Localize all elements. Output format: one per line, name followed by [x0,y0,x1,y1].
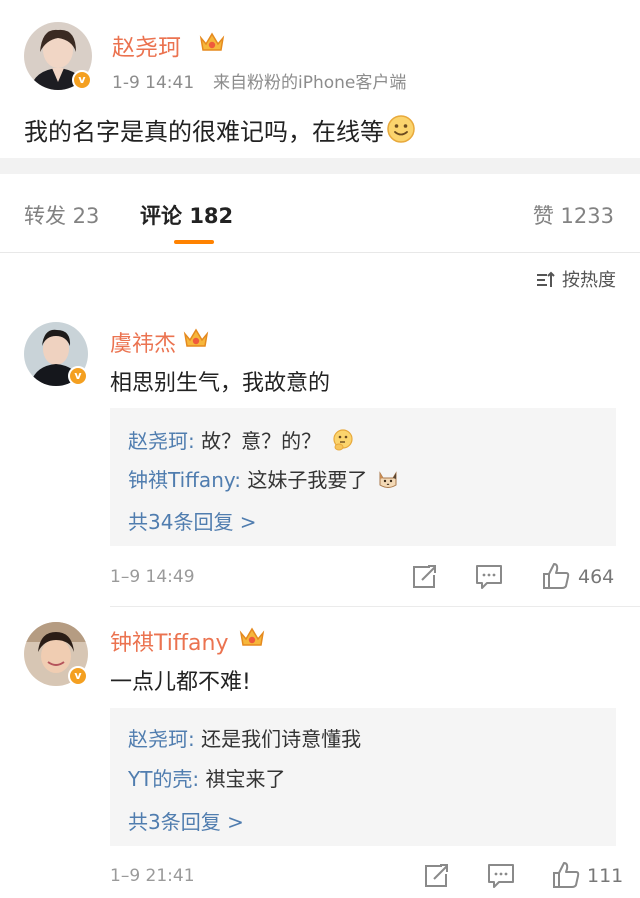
tab-like[interactable]: 赞 1233 [533,200,614,230]
comment-author-name[interactable]: 虞祎杰 [110,326,176,358]
reply-author[interactable]: YT的壳: [128,767,199,791]
post-author-name[interactable]: 赵尧珂 [112,28,181,62]
like-count: 111 [587,865,624,887]
vip-crown-icon [238,625,266,653]
vip-crown-icon [198,30,226,58]
verified-badge-icon: v [68,666,88,686]
reply-item: 赵尧珂: 还是我们诗意懂我 [128,723,361,752]
post-time: 1-9 14:41 [112,73,195,93]
cat-emoji-icon [376,467,400,496]
post-card: v 赵尧珂 1-9 14:41 来自粉粉的iPhone客户端 我的名字是真的很难… [0,0,640,158]
tab-comment-count: 182 [189,204,234,228]
vip-crown-icon [182,326,210,354]
view-all-replies-link[interactable]: 共34条回复 > [128,506,257,535]
tab-bar: 转发 23 评论 182 赞 1233 [0,174,640,253]
post-text-content: 我的名字是真的很难记吗，在线等 [24,118,384,146]
reply-item: 钟祺Tiffany: 这妹子我要了 [128,464,400,496]
sort-icon [536,271,556,294]
comment-text: 相思别生气，我故意的 [110,371,331,396]
comment-time: 1–9 14:49 [110,567,195,587]
repost-icon[interactable] [422,862,450,894]
section-separator [0,158,640,174]
smiley-emoji-icon [386,114,416,150]
verified-badge-icon: v [68,366,88,386]
post-meta: 1-9 14:41 来自粉粉的iPhone客户端 [112,68,406,93]
active-tab-indicator [174,240,214,244]
like-thumb-icon[interactable] [551,860,581,894]
reply-preview-box[interactable]: 赵尧珂: 还是我们诗意懂我 YT的壳: 祺宝来了 共3条回复 > [110,708,616,846]
reply-author[interactable]: 赵尧珂: [128,429,195,453]
verified-badge-icon: v [72,70,92,90]
reply-text: 故？意？的？ [194,429,322,453]
thinking-emoji-icon [331,428,355,457]
reply-item: 赵尧珂: 故？意？的？ [128,425,355,457]
reply-text: 祺宝来了 [199,767,286,791]
post-source: 来自粉粉的iPhone客户端 [212,73,407,93]
comment-time: 1–9 21:41 [110,866,195,886]
reply-author[interactable]: 钟祺Tiffany: [128,468,241,492]
comment-reply-icon[interactable] [474,563,504,595]
reply-author[interactable]: 赵尧珂: [128,727,195,751]
comment-divider [110,606,640,607]
like-thumb-icon[interactable] [541,561,571,595]
reply-item: YT的壳: 祺宝来了 [128,763,286,792]
comment-reply-icon[interactable] [486,862,516,894]
sort-label: 按热度 [562,270,616,291]
repost-icon[interactable] [410,563,438,595]
reply-preview-box[interactable]: 赵尧珂: 故？意？的？ 钟祺Tiffany: 这妹子我要了 共34条回复 > [110,408,616,546]
reply-text: 还是我们诗意懂我 [194,727,362,751]
sort-by-popularity-button[interactable]: 按热度 [536,266,616,294]
tab-comment[interactable]: 评论 182 [140,200,233,230]
tab-comment-label: 评论 [140,204,182,228]
reply-text: 这妹子我要了 [241,468,368,492]
view-all-replies-link[interactable]: 共3条回复 > [128,806,244,835]
post-text: 我的名字是真的很难记吗，在线等 [24,112,416,150]
tab-repost[interactable]: 转发 23 [24,200,99,230]
comment-text: 一点儿都不难! [110,670,251,695]
like-count: 464 [578,566,615,588]
comment-author-name[interactable]: 钟祺Tiffany [110,625,228,657]
